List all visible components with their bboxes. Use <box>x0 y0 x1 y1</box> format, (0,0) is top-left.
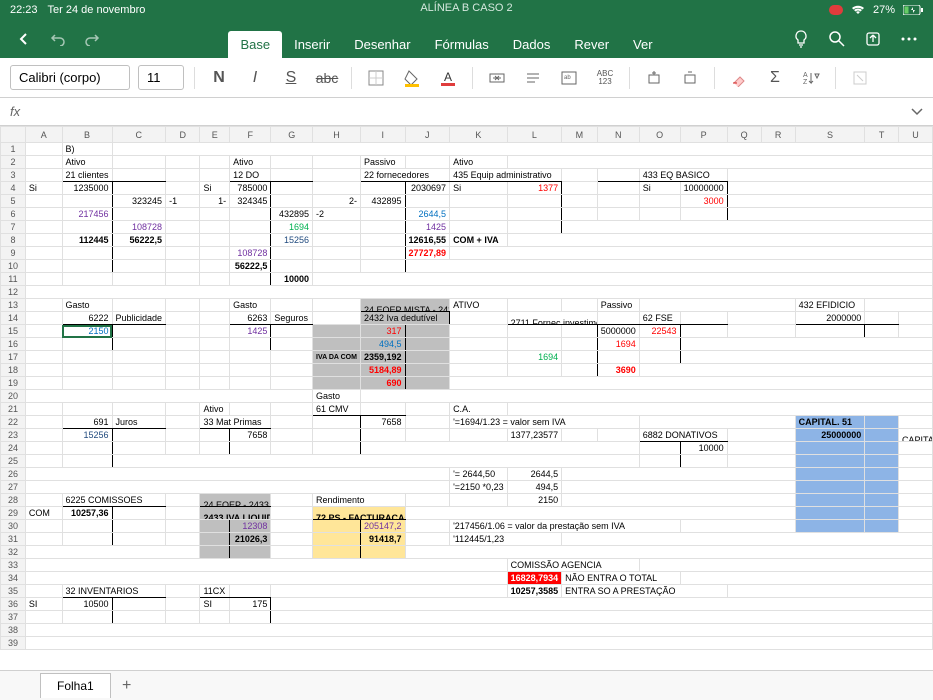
formula-bar: fx <box>0 98 933 126</box>
col-M[interactable]: M <box>562 127 598 143</box>
col-G[interactable]: G <box>271 127 313 143</box>
tab-rever[interactable]: Rever <box>562 31 621 58</box>
fx-icon: fx <box>10 104 20 119</box>
col-I[interactable]: I <box>360 127 405 143</box>
back-icon[interactable] <box>14 29 34 49</box>
tab-formulas[interactable]: Fórmulas <box>423 31 501 58</box>
italic-icon[interactable]: I <box>241 64 269 92</box>
col-K[interactable]: K <box>450 127 508 143</box>
selected-cell[interactable]: 2150 <box>62 325 112 338</box>
chevron-down-icon[interactable] <box>911 108 923 116</box>
status-time: 22:23 <box>10 4 38 16</box>
delete-cells-icon[interactable] <box>676 64 704 92</box>
fill-color-icon[interactable] <box>398 64 426 92</box>
recording-icon <box>829 5 843 15</box>
col-E[interactable]: E <box>200 127 230 143</box>
bold-icon[interactable]: N <box>205 64 233 92</box>
autosum-icon[interactable]: Σ <box>761 64 789 92</box>
tab-inserir[interactable]: Inserir <box>282 31 342 58</box>
battery-icon <box>903 5 923 15</box>
col-A[interactable]: A <box>25 127 62 143</box>
sheet-tab-active[interactable]: Folha1 <box>40 673 111 698</box>
col-F[interactable]: F <box>230 127 271 143</box>
font-size[interactable]: 11 <box>138 65 184 90</box>
title-bar: ALÍNEA B CASO 2 Base Inserir Desenhar Fó… <box>0 20 933 58</box>
col-B[interactable]: B <box>62 127 112 143</box>
tab-dados[interactable]: Dados <box>501 31 563 58</box>
col-H[interactable]: H <box>313 127 361 143</box>
col-L[interactable]: L <box>507 127 562 143</box>
redo-icon[interactable] <box>82 29 102 49</box>
share-icon[interactable] <box>863 29 883 49</box>
column-headers: A B C D E F G H I J K L M N O P Q R S T … <box>1 127 933 143</box>
clear-icon[interactable] <box>725 64 753 92</box>
lightbulb-icon[interactable] <box>791 29 811 49</box>
svg-text:Z: Z <box>803 79 808 86</box>
col-D[interactable]: D <box>166 127 200 143</box>
undo-icon[interactable] <box>48 29 68 49</box>
sort-filter-icon[interactable]: AZ <box>797 64 825 92</box>
svg-text:A: A <box>803 72 808 79</box>
extra-icon[interactable] <box>846 64 874 92</box>
col-S[interactable]: S <box>795 127 865 143</box>
col-C[interactable]: C <box>112 127 166 143</box>
ribbon-tabs: Base Inserir Desenhar Fórmulas Dados Rev… <box>228 20 664 58</box>
wifi-icon <box>851 5 865 15</box>
svg-text:A: A <box>444 70 452 84</box>
col-U[interactable]: U <box>898 127 932 143</box>
number-format-icon[interactable]: ABC123 <box>591 64 619 92</box>
battery-text: 27% <box>873 4 895 16</box>
document-title: ALÍNEA B CASO 2 <box>420 2 512 14</box>
more-icon[interactable] <box>899 29 919 49</box>
wrap-icon[interactable]: ab <box>555 64 583 92</box>
add-sheet-icon[interactable]: + <box>115 674 139 698</box>
col-P[interactable]: P <box>680 127 727 143</box>
tab-desenhar[interactable]: Desenhar <box>342 31 422 58</box>
borders-icon[interactable] <box>362 64 390 92</box>
grid[interactable]: A B C D E F G H I J K L M N O P Q R S T … <box>0 126 933 650</box>
formula-input[interactable] <box>28 105 903 119</box>
font-color-icon[interactable]: A <box>434 64 462 92</box>
col-R[interactable]: R <box>761 127 795 143</box>
strike-icon[interactable]: abc <box>313 64 341 92</box>
svg-text:ab: ab <box>564 75 571 81</box>
col-O[interactable]: O <box>639 127 680 143</box>
align-icon[interactable] <box>519 64 547 92</box>
tab-base[interactable]: Base <box>228 31 282 58</box>
insert-cells-icon[interactable] <box>640 64 668 92</box>
col-N[interactable]: N <box>597 127 639 143</box>
sheet-tabs: Folha1 + <box>0 670 933 700</box>
formatting-toolbar: Calibri (corpo) 11 N I S abc A ab ABC123… <box>0 58 933 98</box>
search-icon[interactable] <box>827 29 847 49</box>
tab-ver[interactable]: Ver <box>621 31 665 58</box>
font-selector[interactable]: Calibri (corpo) <box>10 65 130 90</box>
col-J[interactable]: J <box>405 127 450 143</box>
underline-icon[interactable]: S <box>277 64 305 92</box>
status-date: Ter 24 de novembro <box>48 4 146 16</box>
merge-icon[interactable] <box>483 64 511 92</box>
col-T[interactable]: T <box>865 127 899 143</box>
col-Q[interactable]: Q <box>727 127 761 143</box>
spreadsheet[interactable]: A B C D E F G H I J K L M N O P Q R S T … <box>0 126 933 670</box>
